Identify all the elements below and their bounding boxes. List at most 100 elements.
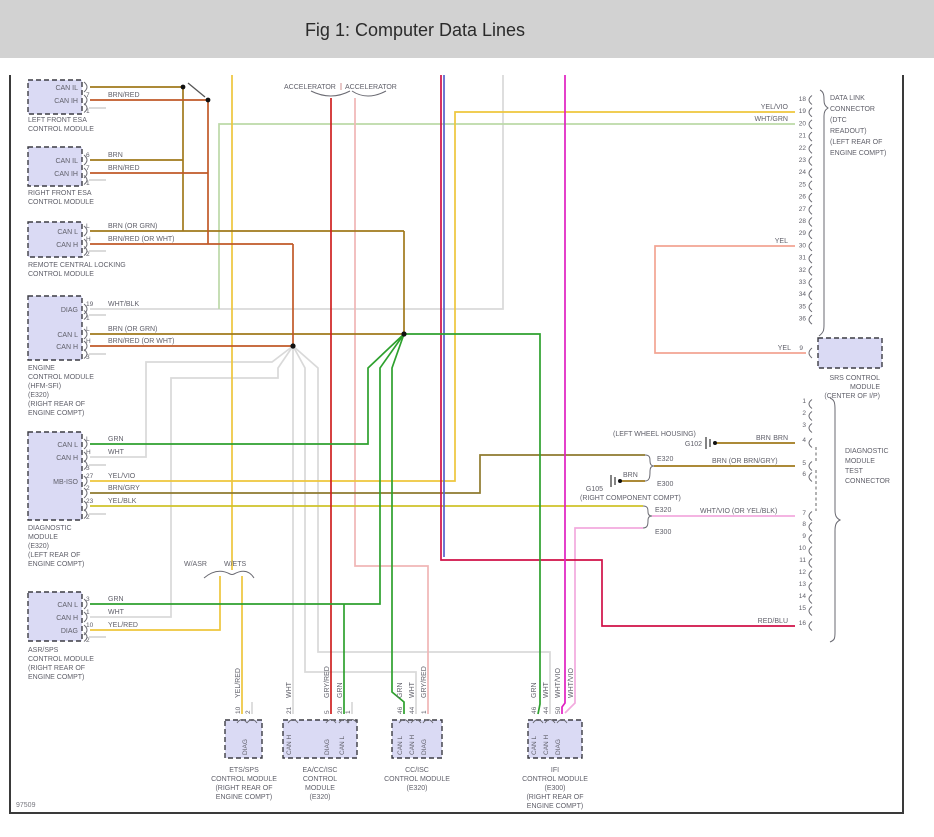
dlc-pin-number: 22: [799, 145, 807, 152]
pin-number: H: [86, 236, 91, 243]
pin-label: CAN L: [57, 229, 78, 236]
pin-label: CAN H: [286, 734, 293, 755]
dlc-pin-hook: [808, 204, 813, 215]
splice-label: E300: [657, 481, 673, 488]
module-name: MODULE: [28, 534, 58, 541]
pin-number: 1: [345, 710, 352, 714]
pin-label: CAN L: [339, 735, 346, 755]
wire-color-label: BRN/RED: [108, 92, 140, 99]
pin-label: CAN H: [56, 615, 78, 622]
module-name: DIAGNOSTIC: [28, 525, 72, 532]
wasr-wets-brace: [203, 570, 255, 579]
pin-number: H: [86, 449, 91, 456]
accelerator-label-right: ACCELERATOR: [345, 84, 397, 91]
pin-label: CAN H: [56, 455, 78, 462]
wire-color-label: WHT: [108, 449, 125, 456]
dlc-pin-number: 26: [799, 194, 807, 201]
dmtc-pin-number: 10: [799, 545, 807, 552]
dlc-pin-hook: [808, 302, 813, 313]
pin-number: 44: [543, 706, 550, 714]
dmtc-pin-number: 4: [802, 437, 806, 444]
dlc-pin-hook: [808, 278, 813, 288]
wire-color-label: WHT/VIO: [568, 668, 575, 698]
dmtc-pin-number: 1: [802, 398, 806, 405]
module-name: (E320): [406, 785, 427, 792]
wire-color-label: BRN/GRY: [108, 485, 140, 492]
module-name: (CENTER OF I/P): [824, 393, 880, 400]
tap-wets: W/ETS: [224, 561, 246, 568]
module-name: ENGINE COMPT): [527, 803, 583, 810]
wire-wht-vio: [561, 75, 566, 714]
wire-wht-grn: [218, 123, 795, 309]
pin-number: 50: [555, 706, 562, 714]
dmtc-pin-hook: [808, 399, 813, 409]
module-name: MODULE: [305, 785, 335, 792]
dlc-pin-hook: [808, 131, 813, 142]
dmtc-pin-hook: [808, 546, 813, 556]
dlc-pin-number: 29: [799, 230, 807, 237]
pin-label: CAN H: [409, 734, 416, 755]
junction-dot-canl: [401, 331, 407, 337]
dmtc-pin-hook: [808, 570, 813, 580]
module-name: CONTROL MODULE: [384, 776, 450, 783]
dmtc-pin-hook: [808, 534, 813, 544]
pin-number: 20: [337, 706, 344, 714]
dlc-pin-hook: [808, 143, 813, 154]
pin-label: CAN L: [57, 442, 78, 449]
dlc-pin-number: 34: [799, 291, 807, 298]
pin-number: 2: [86, 485, 90, 492]
pin-label: CAN L: [397, 735, 404, 755]
dmtc-pin-number: 5: [802, 460, 806, 467]
wire-yel-srs: [654, 245, 806, 354]
dmtc-pin-hook: [808, 522, 813, 532]
dlc-pin-hook: [808, 180, 813, 191]
connector-name: (LEFT REAR OF: [830, 139, 882, 146]
dlc-pin-number: 32: [799, 267, 807, 274]
pin-label: MB-ISO: [53, 479, 78, 486]
pin-hook: [83, 81, 88, 93]
doc-number: 97509: [16, 802, 36, 809]
pin-label: CAN H: [543, 734, 550, 755]
splice-label: E300: [655, 529, 671, 536]
wire-color-label: GRN: [337, 682, 344, 698]
module-name: (HFM-SFI): [28, 383, 61, 390]
wire-color-label: BRN/RED (OR WHT): [108, 338, 175, 345]
pin-number: 7: [86, 165, 90, 172]
dmtc-pin-number: 9: [802, 533, 806, 540]
module-name: (E320): [28, 392, 49, 399]
dlc-pin-number: 35: [799, 303, 807, 310]
wire-color-label: WHT/VIO: [555, 668, 562, 698]
wire-color-label: BRN (OR GRN): [108, 326, 157, 333]
wire-color-label: WHT/BLK: [108, 301, 139, 308]
ground-id: G102: [685, 441, 702, 448]
junction-dot: [180, 84, 186, 90]
pin-label: DIAG: [61, 628, 78, 635]
connector-name: (DTC: [830, 117, 847, 124]
junction-dot: [205, 97, 211, 103]
pin-label: CAN H: [56, 242, 78, 249]
pin-label: CAN L: [57, 602, 78, 609]
pin-number: 21: [286, 706, 293, 714]
pin-label: CAN IH: [54, 171, 78, 178]
module-name: REMOTE CENTRAL LOCKING: [28, 262, 126, 269]
pin-label: CAN L: [57, 332, 78, 339]
wire-color-label: YEL/VIO: [761, 104, 789, 111]
wire-red-blu: [440, 75, 795, 627]
wire-color-label: WHT/GRN: [755, 116, 788, 123]
dlc-pin-number: 20: [799, 120, 807, 127]
pin-number: 2: [86, 637, 90, 644]
module-remote-central-locking: [27, 221, 83, 258]
pin-number: 23: [86, 498, 94, 505]
ground-location: (LEFT WHEEL HOUSING): [613, 431, 696, 438]
labels-dmtc: DIAGNOSTIC MODULE TEST CONNECTOR BRN BRN…: [700, 435, 890, 625]
module-name: RIGHT FRONT ESA: [28, 190, 92, 197]
connector-name: DIAGNOSTIC: [845, 448, 889, 455]
module-name: EA/CC/ISC: [302, 767, 337, 774]
splice-label: E320: [655, 507, 671, 514]
wire-color-label: RED/BLU: [758, 618, 788, 625]
dlc-pin-hook: [808, 95, 813, 105]
pin-number: 3: [86, 596, 90, 603]
module-right-front-esa: [27, 146, 83, 187]
dmtc-pin-number: 6: [802, 471, 806, 478]
pin-number: 10: [235, 706, 242, 714]
